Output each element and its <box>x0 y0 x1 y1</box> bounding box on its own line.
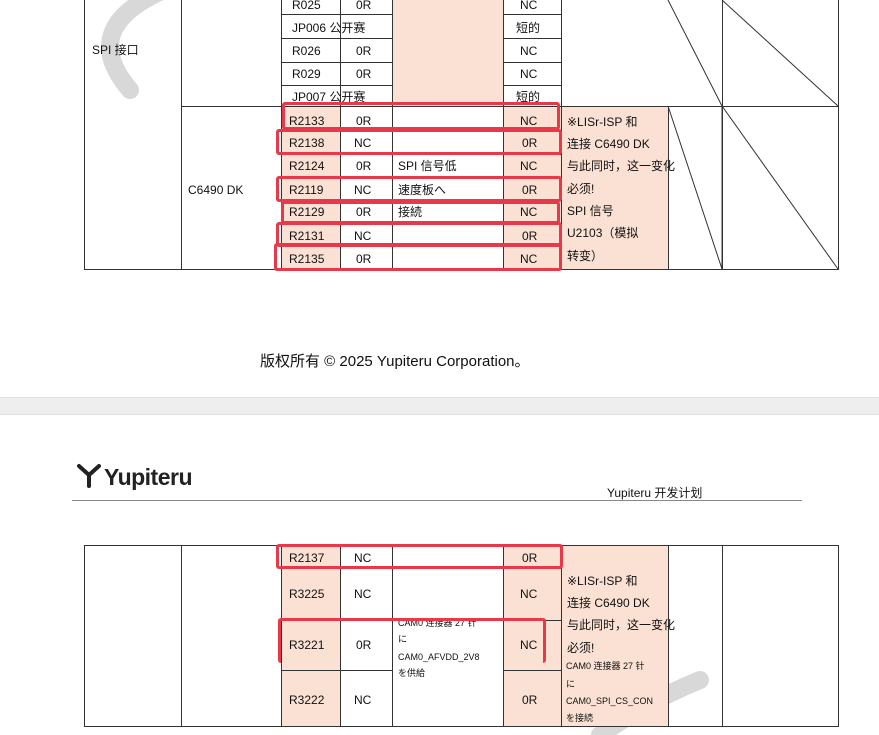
cell-ref: JP006 公开赛 <box>292 21 366 35</box>
remark-line: ※LISr-ISP 和 <box>567 574 638 588</box>
remark-line: 必须! <box>567 641 595 655</box>
note-line: を供給 <box>398 668 426 678</box>
header-title: Yupiteru 开发计划 <box>607 486 703 500</box>
cell-right: 0R <box>522 693 538 707</box>
highlight-box <box>276 129 562 155</box>
cell-right: NC <box>520 67 538 81</box>
remark-small-line: CAM0 连接器 27 针 <box>566 661 645 671</box>
highlight-box <box>274 243 562 271</box>
cell-ref: R025 <box>292 0 321 12</box>
remark-small-line: CAM0_SPI_CS_CON <box>566 696 654 706</box>
logo-text: Yupiteru <box>104 464 193 490</box>
cell-val: 0R <box>356 0 372 12</box>
cell-val: NC <box>354 587 372 601</box>
remark-line: 与此同时，这一变化 <box>567 618 676 632</box>
cell-ref: R029 <box>292 67 321 81</box>
cell-right: NC <box>520 44 538 58</box>
cell-ref: R3225 <box>289 587 325 601</box>
page-gap <box>0 397 879 415</box>
remark-line: ※LISr-ISP 和 <box>567 115 638 129</box>
cell-note: SPI 信号低 <box>398 159 457 173</box>
highlight-box <box>282 102 560 130</box>
highlight-box <box>278 618 546 663</box>
header-rule <box>72 500 802 501</box>
cell-val: 0R <box>356 44 372 58</box>
cell-right: NC <box>520 587 538 601</box>
cell-val: NC <box>354 693 372 707</box>
cell-right: NC <box>520 0 538 12</box>
remark-line: 必须! <box>567 182 595 196</box>
cell-ref: R026 <box>292 44 321 58</box>
remark-line: 连接 C6490 DK <box>567 137 650 151</box>
remark-line: 连接 C6490 DK <box>567 596 650 610</box>
remark-line: 转变） <box>567 249 604 263</box>
section-label: SPI 接口 <box>92 43 139 57</box>
yupiteru-logo: Yupiteru <box>76 463 193 491</box>
cell-right: 短的 <box>516 21 541 35</box>
cell-val: 0R <box>356 159 372 173</box>
highlight-box <box>281 201 560 224</box>
remark-line: SPI 信号 <box>567 204 614 218</box>
group-label: C6490 DK <box>188 183 244 197</box>
yupiteru-logo-icon <box>76 463 102 489</box>
cell-val: 0R <box>356 67 372 81</box>
highlight-box <box>276 176 562 202</box>
remark-line: U2103（模拟 <box>567 226 639 240</box>
copyright-footer: 版权所有 © 2025 Yupiteru Corporation。 <box>260 353 530 370</box>
cell-ref: R3222 <box>289 693 325 707</box>
cell-ref: R2124 <box>289 159 325 173</box>
remark-small-line: を接続 <box>566 713 594 723</box>
highlight-box <box>276 544 563 569</box>
remark-small-line: に <box>566 679 576 689</box>
cell-right: NC <box>520 159 538 173</box>
remark-line: 与此同时，这一变化 <box>567 159 676 173</box>
